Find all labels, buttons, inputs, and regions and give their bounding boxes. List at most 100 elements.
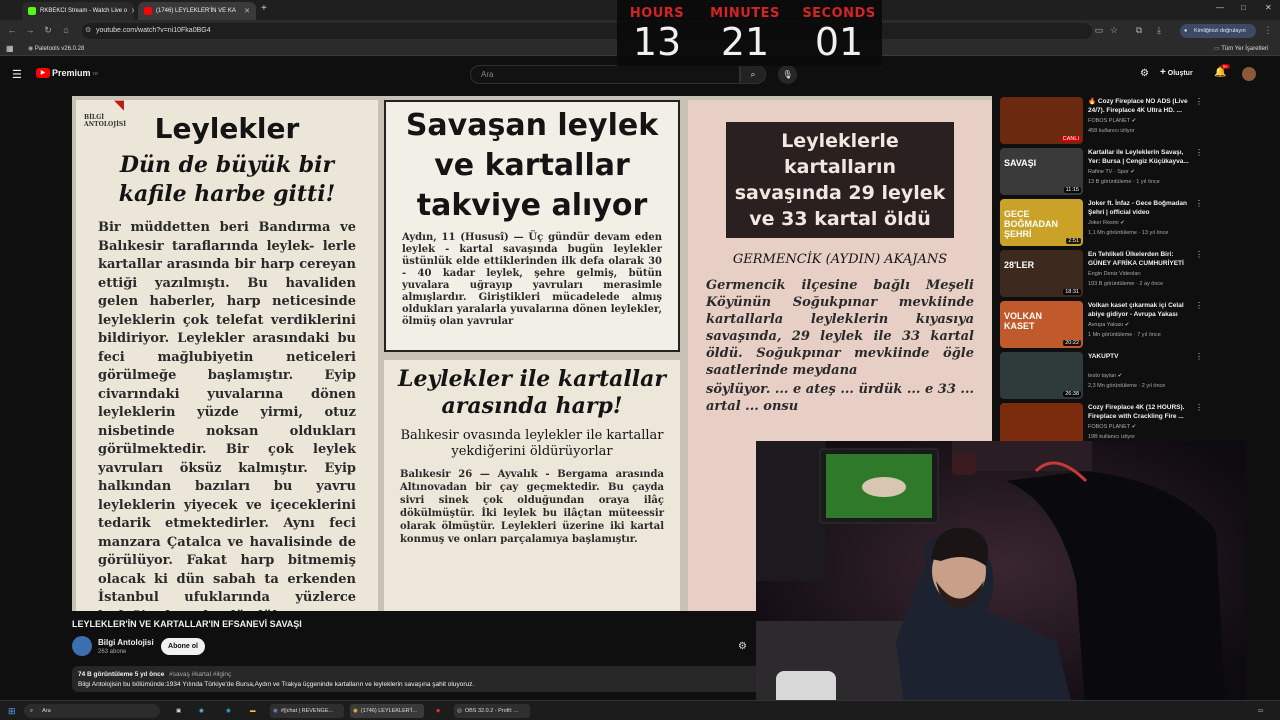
more-options-icon[interactable]: ⋮ xyxy=(1195,148,1203,157)
recommendation-title[interactable]: YAKUPTV xyxy=(1088,353,1192,362)
file-explorer-icon[interactable]: ▬ xyxy=(250,704,256,718)
taskbar-search[interactable]: ⌕ Ara xyxy=(24,704,160,718)
app-icon-red[interactable]: ◆ xyxy=(436,704,440,718)
subscribe-button[interactable]: Abone ol xyxy=(161,638,205,655)
webcam-scene xyxy=(756,441,1245,720)
recommendation-title[interactable]: Joker ft. İnfaz - Gece Boğmadan Şehri | … xyxy=(1088,200,1192,217)
search-input[interactable]: Ara xyxy=(470,65,740,84)
reload-icon[interactable]: ↻ xyxy=(42,24,54,36)
recommendation-channel[interactable]: Avrupa Yakası ✔ xyxy=(1088,322,1129,328)
countdown-timer-overlay: HOURS 13 MINUTES 21 SECONDS 01 xyxy=(617,0,882,66)
apps-grid-icon[interactable]: ▦ xyxy=(6,44,14,53)
taskbar-app-obs[interactable]: ◎ OBS 32.0.2 - Profil: ... xyxy=(454,704,530,718)
recommendation-meta: 19B kullanıcı izliyor xyxy=(1088,434,1136,440)
notification-center-icon[interactable]: ▭ xyxy=(1258,704,1263,718)
views-date: 74 B görüntüleme 5 yıl önce xyxy=(78,671,165,678)
edge-icon[interactable]: ◉ xyxy=(226,704,231,718)
verify-identity-button[interactable]: ● Kimliğinizi doğrulayın xyxy=(1180,24,1256,38)
recommendation-channel[interactable]: Engin Deniz Videoları xyxy=(1088,271,1141,277)
taskbar-app-chrome[interactable]: ◉ (1746) LEYLEKLER'İ... xyxy=(350,704,424,718)
forward-icon[interactable]: → xyxy=(24,24,36,36)
thumbnail-text: GECE BOĞMADAN ŞEHRİ xyxy=(1004,209,1058,239)
more-options-icon[interactable]: ⋮ xyxy=(1195,250,1203,259)
voice-search-button[interactable]: 🎙 xyxy=(778,65,797,84)
maximize-icon[interactable]: □ xyxy=(1241,3,1246,12)
taskbar-search-label: Ara xyxy=(42,708,51,714)
seconds-value: 01 xyxy=(814,20,864,64)
search-button[interactable]: ⌕ xyxy=(740,65,766,84)
cast-icon[interactable]: ▭ xyxy=(1093,24,1105,36)
channel-name[interactable]: Bilgi Antolojisi xyxy=(98,638,154,647)
recommendation-channel[interactable]: FOBOS PLANET ✔ xyxy=(1088,424,1136,430)
views-and-date: 74 B görüntüleme 5 yıl önce #savaş #kart… xyxy=(78,670,766,680)
more-options-icon[interactable]: ⋮ xyxy=(1195,301,1203,310)
duration-badge: 20:22 xyxy=(1063,340,1081,346)
video-thumbnail[interactable]: VOLKAN KASET 20:22 xyxy=(1000,301,1083,348)
recommendation-title[interactable]: En Tehlikeli Ülkelerden Biri: GÜNEY AFRİ… xyxy=(1088,251,1192,268)
recommendation-meta: 13 B görüntüleme · 1 yıl önce xyxy=(1088,179,1160,185)
close-window-icon[interactable]: ✕ xyxy=(1265,3,1272,12)
video-thumbnail[interactable]: 26:38 xyxy=(1000,352,1083,399)
duration-badge: 26:38 xyxy=(1063,391,1081,397)
url-text: youtube.com/watch?v=ni10Fka0BG4 xyxy=(96,27,211,34)
recommendation-item[interactable]: CANLI 🔥 Cozy Fireplace NO ADS (Live 24/7)… xyxy=(1000,97,1270,145)
windows-start-icon[interactable]: ⊞ xyxy=(8,704,16,718)
all-bookmarks[interactable]: ▭ Tüm Yer İşaretleri xyxy=(1214,45,1268,52)
menu-dots-icon[interactable]: ⋮ xyxy=(1262,24,1274,36)
browser-tab-1[interactable]: RKBEKCI Stream - Watch Live o ✕ xyxy=(22,2,134,20)
extensions-icon[interactable]: ⧉ xyxy=(1133,24,1145,36)
video-thumbnail[interactable]: SAVAŞI 11:15 xyxy=(1000,148,1083,195)
recommendation-title[interactable]: 🔥 Cozy Fireplace NO ADS (Live 24/7). Fir… xyxy=(1088,98,1192,115)
video-thumbnail[interactable]: CANLI xyxy=(1000,97,1083,144)
close-icon[interactable]: ✕ xyxy=(131,7,134,15)
download-icon[interactable]: ⤓ xyxy=(1153,24,1165,36)
recommendation-title[interactable]: Kartallar ile Leyleklerin Savaşı, Yer: B… xyxy=(1088,149,1192,166)
recommendation-channel[interactable]: Joker Resmi ✔ xyxy=(1088,220,1125,226)
bookmark-star-icon[interactable]: ☆ xyxy=(1108,24,1120,36)
recommendation-channel[interactable]: testo taylan ✔ xyxy=(1088,373,1122,379)
more-options-icon[interactable]: ⋮ xyxy=(1195,352,1203,361)
close-icon[interactable]: ✕ xyxy=(244,7,250,15)
minimize-icon[interactable]: — xyxy=(1216,3,1224,12)
avatar[interactable] xyxy=(1242,67,1256,81)
watermark-line2: ANTOLOJİSİ xyxy=(84,121,127,128)
app-label: (1746) LEYLEKLER'İ... xyxy=(360,708,417,714)
task-view-icon[interactable]: ▣ xyxy=(176,704,181,718)
channel-avatar[interactable] xyxy=(72,636,92,656)
url-field[interactable]: ⚙ youtube.com/watch?v=ni10Fka0BG4 xyxy=(82,23,1092,39)
tab-label: RKBEKCI Stream - Watch Live o xyxy=(40,8,128,14)
taskbar-app-discord[interactable]: ◉ #||chat | REVENGE... xyxy=(270,704,344,718)
video-thumbnail[interactable]: 28'LER 18:31 xyxy=(1000,250,1083,297)
recommendation-title[interactable]: Cozy Fireplace 4K (12 HOURS). Fireplace … xyxy=(1088,404,1192,421)
recommendation-channel[interactable]: FOBOS PLANET ✔ xyxy=(1088,118,1136,124)
recommendation-item[interactable]: VOLKAN KASET 20:22 Volkan kaset çıkarmak i… xyxy=(1000,301,1270,349)
description-box[interactable]: 74 B görüntüleme 5 yıl önce #savaş #kart… xyxy=(72,666,772,692)
tags: #savaş #kartal #ilginç xyxy=(169,671,232,678)
recommendation-title[interactable]: Volkan kaset çıkarmak içi Celal abiye gi… xyxy=(1088,302,1192,319)
browser-tab-2[interactable]: (1746) LEYLEKLER'İN VE KA ✕ xyxy=(138,2,256,20)
create-button[interactable]: + Oluştur xyxy=(1160,67,1193,78)
watermark-line1: BİLGİ xyxy=(84,114,105,121)
more-options-icon[interactable]: ⋮ xyxy=(1195,199,1203,208)
video-thumbnail[interactable]: GECE BOĞMADAN ŞEHRİ 2:51 xyxy=(1000,199,1083,246)
recommendation-item[interactable]: SAVAŞI 11:15 Kartallar ile Leyleklerin Sav… xyxy=(1000,148,1270,196)
duration-badge: 18:31 xyxy=(1063,289,1081,295)
new-tab-button[interactable]: + xyxy=(261,3,267,14)
settings-gear-icon[interactable]: ⚙ xyxy=(1140,68,1149,79)
hamburger-menu-icon[interactable]: ☰ xyxy=(12,68,22,81)
bookmark-item[interactable]: ◉ Paletools v26.0.28 xyxy=(28,45,84,52)
recommendation-item[interactable]: 26:38 YAKUPTV testo taylan ✔ 2,3 Mn görüntü… xyxy=(1000,352,1270,400)
back-icon[interactable]: ← xyxy=(6,24,18,36)
duration-badge: 2:51 xyxy=(1066,238,1081,244)
recommendation-item[interactable]: 28'LER 18:31 En Tehlikeli Ülkelerden Biri:… xyxy=(1000,250,1270,298)
more-options-icon[interactable]: ⋮ xyxy=(1195,97,1203,106)
home-icon[interactable]: ⌂ xyxy=(60,24,72,36)
youtube-logo[interactable]: ▶ Premium TR xyxy=(36,68,98,78)
recommendation-item[interactable]: GECE BOĞMADAN ŞEHRİ 2:51 Joker ft. İnfaz -… xyxy=(1000,199,1270,247)
notifications-button[interactable]: 🔔 9+ xyxy=(1214,64,1231,78)
recommendation-channel[interactable]: Rafine TV · Spor ✔ xyxy=(1088,169,1135,175)
site-info-icon[interactable]: ⚙ xyxy=(85,23,91,39)
more-options-icon[interactable]: ⋮ xyxy=(1195,403,1203,412)
app-icon-1[interactable]: ◉ xyxy=(199,704,204,718)
share-icon[interactable]: ⚙ xyxy=(738,641,747,652)
